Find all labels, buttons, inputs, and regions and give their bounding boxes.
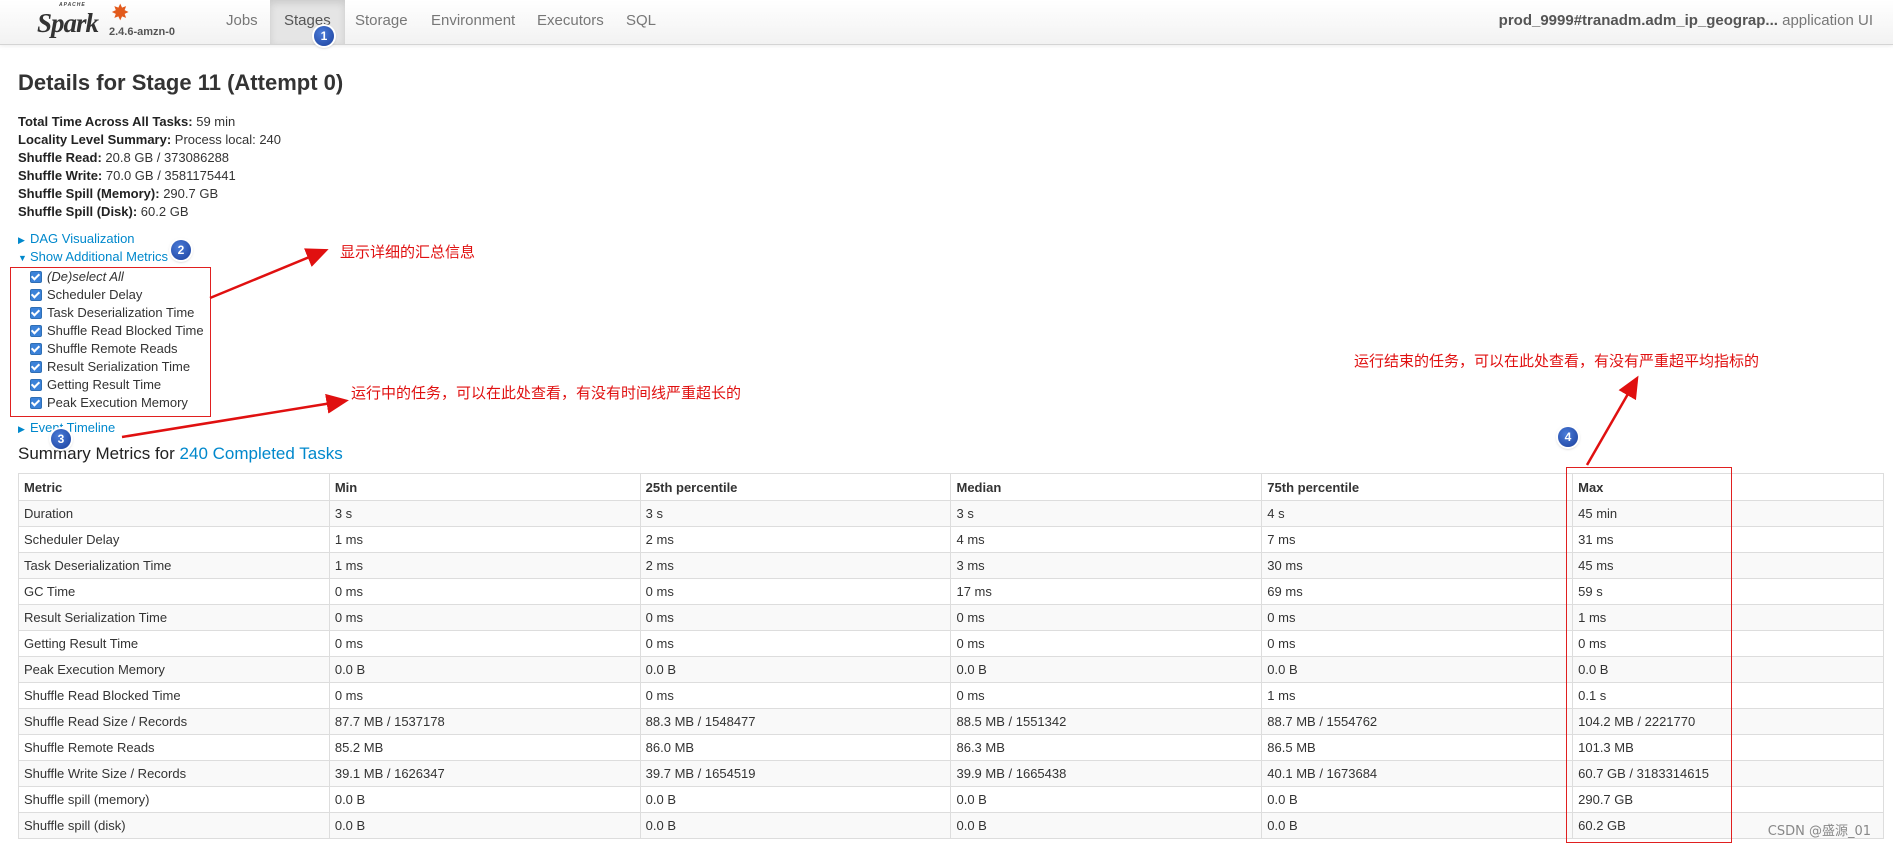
- arrow-to-note-3: [121, 393, 349, 439]
- annotation-note-3: 运行中的任务，可以在此处查看，有没有时间线严重超长的: [351, 384, 742, 402]
- annotation-note-2: 显示详细的汇总信息: [340, 243, 476, 261]
- badge-1: 1: [314, 26, 334, 46]
- badge-4: 4: [1558, 427, 1578, 447]
- arrow-to-note-2: [209, 248, 329, 300]
- badge-3: 3: [51, 429, 71, 449]
- watermark: CSDN @盛源_01: [1767, 824, 1871, 839]
- arrow-to-note-4: [1585, 375, 1639, 466]
- annotation-note-4: 运行结束的任务，可以在此处查看，有没有严重超平均指标的: [1354, 352, 1760, 370]
- badge-2: 2: [171, 240, 191, 260]
- annotation-arrows: [121, 248, 1639, 466]
